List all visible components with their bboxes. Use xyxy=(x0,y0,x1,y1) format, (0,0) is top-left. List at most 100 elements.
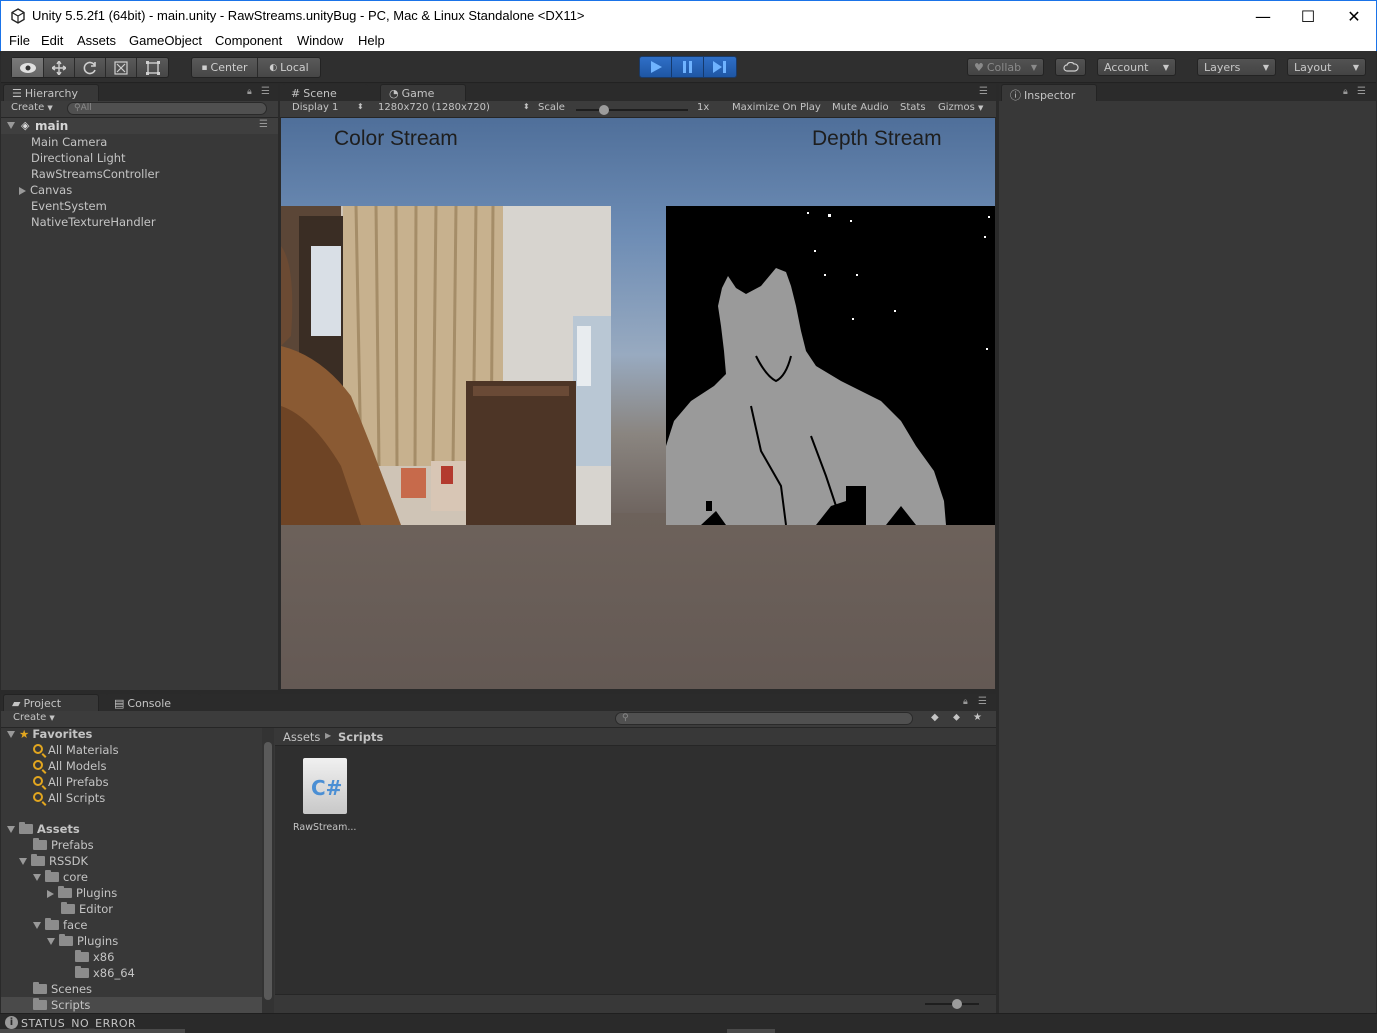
filter-by-type-icon[interactable]: ◆ xyxy=(931,712,939,726)
folder-core[interactable]: core xyxy=(33,869,88,885)
expand-triangle-icon[interactable] xyxy=(19,186,26,195)
tree-scrollbar-thumb[interactable] xyxy=(264,742,272,1000)
expand-triangle-icon[interactable] xyxy=(19,858,27,865)
scene-header-row[interactable]: ◈ main ☰ xyxy=(1,118,278,134)
folder-editor[interactable]: Editor xyxy=(61,901,113,917)
menu-file[interactable]: File xyxy=(9,33,30,48)
panel-menu-icon[interactable]: ☰ xyxy=(261,86,270,97)
play-button[interactable] xyxy=(640,57,672,77)
hierarchy-item-canvas[interactable]: Canvas xyxy=(19,182,72,198)
move-tool-button[interactable] xyxy=(44,58,75,77)
expand-triangle-icon[interactable] xyxy=(33,874,41,881)
scale-slider-thumb[interactable] xyxy=(599,105,609,115)
menu-assets[interactable]: Assets xyxy=(77,33,116,48)
hierarchy-item-directional-light[interactable]: Directional Light xyxy=(31,150,126,166)
assets-header[interactable]: Assets xyxy=(7,821,80,837)
scene-name: main xyxy=(35,119,69,133)
game-view[interactable]: Color Stream Depth Stream xyxy=(281,118,995,689)
hierarchy-item-main-camera[interactable]: Main Camera xyxy=(31,134,107,150)
expand-triangle-icon[interactable] xyxy=(33,922,41,929)
panel-menu-icon[interactable]: ☰ xyxy=(979,86,988,97)
view-tool-button[interactable] xyxy=(12,58,44,77)
folder-face-plugins[interactable]: Plugins xyxy=(47,933,118,949)
hierarchy-item-eventsystem[interactable]: EventSystem xyxy=(31,198,107,214)
panel-menu-icon[interactable]: ☰ xyxy=(1357,86,1366,97)
pause-button[interactable] xyxy=(672,57,704,77)
tab-project[interactable]: ▰ Project xyxy=(3,694,99,711)
expand-triangle-icon[interactable] xyxy=(47,889,54,898)
favorite-all-prefabs[interactable]: All Prefabs xyxy=(33,774,109,790)
expand-triangle-icon[interactable] xyxy=(7,731,15,738)
expand-triangle-icon[interactable] xyxy=(7,122,15,129)
scale-tool-button[interactable] xyxy=(106,58,137,77)
folder-scripts[interactable]: Scripts xyxy=(1,997,262,1013)
pivot-local-button[interactable]: ◐ Local xyxy=(258,58,320,77)
folder-core-plugins[interactable]: Plugins xyxy=(47,885,117,901)
lock-icon[interactable]: 🔒︎ xyxy=(1343,87,1348,97)
tab-hierarchy[interactable]: ☰ Hierarchy xyxy=(3,84,99,101)
minimize-button[interactable]: — xyxy=(1240,1,1286,31)
expand-triangle-icon[interactable] xyxy=(47,938,55,945)
layout-dropdown[interactable]: Layout ▼ xyxy=(1287,58,1366,76)
favorite-all-materials[interactable]: All Materials xyxy=(33,742,119,758)
project-create-button[interactable]: Create ▼ xyxy=(13,712,55,726)
maximize-button[interactable]: ☐ xyxy=(1285,1,1331,31)
panel-menu-icon[interactable]: ☰ xyxy=(978,696,987,707)
hierarchy-item-rawstreamscontroller[interactable]: RawStreamsController xyxy=(31,166,159,182)
hierarchy-item-nativetexturehandler[interactable]: NativeTextureHandler xyxy=(31,214,156,230)
favorite-all-models[interactable]: All Models xyxy=(33,758,106,774)
asset-file-item[interactable]: C# RawStream... xyxy=(291,758,371,834)
menu-edit[interactable]: Edit xyxy=(41,33,63,48)
gizmos-dropdown[interactable]: Gizmos ▼ xyxy=(938,102,983,116)
tab-scene[interactable]: # Scene xyxy=(282,84,368,101)
folder-rssdk[interactable]: RSSDK xyxy=(19,853,88,869)
step-button[interactable] xyxy=(704,57,736,77)
folder-x86-64[interactable]: x86_64 xyxy=(75,965,135,981)
tab-game[interactable]: ◔ Game xyxy=(380,84,466,101)
lock-icon[interactable]: 🔒︎ xyxy=(247,87,252,97)
tab-console[interactable]: ▤ Console xyxy=(105,694,201,711)
filter-by-label-icon[interactable]: ⬥ xyxy=(953,712,960,726)
favorite-star-icon[interactable]: ★ xyxy=(973,712,982,726)
folder-scenes[interactable]: Scenes xyxy=(33,981,92,997)
account-dropdown[interactable]: Account ▼ xyxy=(1097,58,1176,76)
search-icon xyxy=(33,775,43,786)
menu-help[interactable]: Help xyxy=(358,33,385,48)
scene-menu-icon[interactable]: ☰ xyxy=(259,119,268,130)
color-stream-title: Color Stream xyxy=(334,127,458,150)
menu-component[interactable]: Component xyxy=(215,33,282,48)
rect-tool-button[interactable] xyxy=(137,58,168,77)
close-button[interactable]: ✕ xyxy=(1331,1,1377,31)
hierarchy-search-input[interactable]: ⚲All xyxy=(67,102,267,115)
tree-scrollbar[interactable] xyxy=(262,728,274,1013)
collab-button[interactable]: ♥ Collab ▼ xyxy=(967,58,1044,76)
favorites-header[interactable]: ★ Favorites xyxy=(7,728,92,742)
project-search-input[interactable]: ⚲ xyxy=(615,712,913,725)
folder-icon xyxy=(33,837,47,850)
folder-prefabs[interactable]: Prefabs xyxy=(33,837,94,853)
resolution-dropdown[interactable]: 1280x720 (1280x720) xyxy=(378,102,490,116)
pivot-center-button[interactable]: ▪ Center xyxy=(192,58,258,77)
display-dropdown[interactable]: Display 1 xyxy=(292,102,338,116)
folder-face[interactable]: face xyxy=(33,917,88,933)
icon-size-slider-thumb[interactable] xyxy=(952,999,962,1009)
menu-window[interactable]: Window xyxy=(297,33,343,48)
rotate-tool-button[interactable] xyxy=(75,58,106,77)
favorite-all-scripts[interactable]: All Scripts xyxy=(33,790,105,806)
folder-x86[interactable]: x86 xyxy=(75,949,114,965)
hierarchy-create-button[interactable]: Create ▼ xyxy=(11,102,53,116)
maximize-on-play-toggle[interactable]: Maximize On Play xyxy=(732,102,821,116)
breadcrumb-scripts[interactable]: Scripts xyxy=(338,730,383,744)
menu-gameobject[interactable]: GameObject xyxy=(129,33,202,48)
stats-toggle[interactable]: Stats xyxy=(900,102,926,116)
layers-dropdown[interactable]: Layers ▼ xyxy=(1197,58,1276,76)
breadcrumb-assets[interactable]: Assets xyxy=(283,730,320,744)
expand-triangle-icon[interactable] xyxy=(7,826,15,833)
cloud-icon xyxy=(1062,62,1079,72)
cloud-button[interactable] xyxy=(1055,58,1086,76)
lock-icon[interactable]: 🔒︎ xyxy=(963,697,968,707)
folder-label: Scripts xyxy=(51,998,91,1012)
mute-audio-toggle[interactable]: Mute Audio xyxy=(832,102,889,116)
scale-slider-track[interactable] xyxy=(576,109,688,111)
tab-inspector[interactable]: ⓘ Inspector xyxy=(1001,84,1097,102)
